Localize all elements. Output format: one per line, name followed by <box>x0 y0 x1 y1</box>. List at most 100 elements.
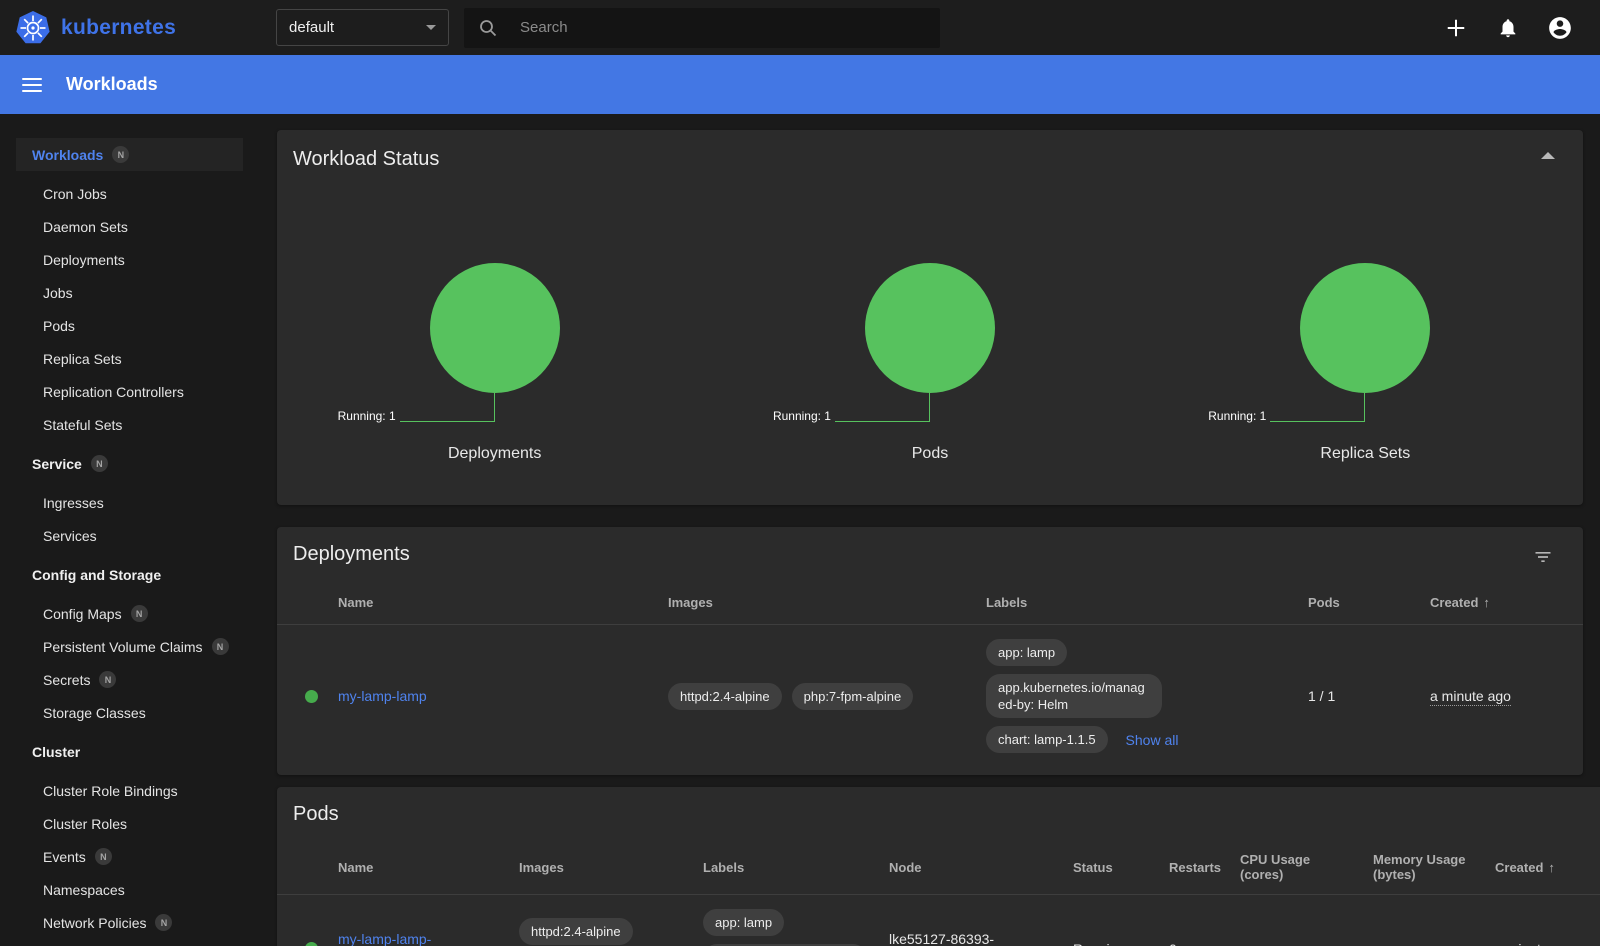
chart-title: Replica Sets <box>1320 445 1410 463</box>
namespace-select[interactable]: default <box>276 9 449 46</box>
sidebar-item-daemon-sets[interactable]: Daemon Sets <box>0 210 260 243</box>
search-icon <box>478 18 498 38</box>
column-header-node[interactable]: Node <box>881 845 1065 889</box>
pods-count: 1 / 1 <box>1300 674 1422 718</box>
sidebar-item-config-maps[interactable]: Config Maps N <box>0 597 260 630</box>
column-header-name[interactable]: Name <box>330 580 660 624</box>
image-chip: httpd:2.4-alpine <box>519 918 633 945</box>
pie-running-segment[interactable] <box>430 263 560 393</box>
workload-status-title: Workload Status <box>277 130 1583 171</box>
sidebar-item-workloads[interactable]: Workloads N <box>16 138 243 171</box>
page-title: Workloads <box>66 74 158 95</box>
callout-label: Running: 1 <box>338 409 396 423</box>
namespace-select-value: default <box>289 19 426 36</box>
deployments-title: Deployments <box>277 527 1583 566</box>
app-bar: Workloads <box>0 55 1600 114</box>
new-badge: N <box>212 638 229 655</box>
sidebar-item-storage-classes[interactable]: Storage Classes <box>0 696 260 729</box>
deployment-name-link[interactable]: my-lamp-lamp <box>338 688 427 704</box>
column-header-labels[interactable]: Labels <box>978 580 1300 624</box>
sidebar-item-deployments[interactable]: Deployments <box>0 243 260 276</box>
replica-sets-pie-chart: Running: 1 Replica Sets <box>1148 263 1583 463</box>
sidebar-item-network-policies[interactable]: Network Policies N <box>0 906 260 939</box>
collapse-card-button[interactable] <box>1541 152 1555 159</box>
sidebar-item-replication-controllers[interactable]: Replication Controllers <box>0 375 260 408</box>
callout-label: Running: 1 <box>773 409 831 423</box>
sidebar-item-cluster-role-bindings[interactable]: Cluster Role Bindings <box>0 774 260 807</box>
column-header-labels[interactable]: Labels <box>695 845 881 889</box>
sidebar-item-cron-jobs[interactable]: Cron Jobs <box>0 177 260 210</box>
sidebar-item-replica-sets[interactable]: Replica Sets <box>0 342 260 375</box>
new-badge: N <box>95 848 112 865</box>
sidebar-item-label: Workloads <box>32 147 103 163</box>
status-ok-icon <box>305 690 318 703</box>
sidebar-item-config-and-storage[interactable]: Config and Storage <box>0 558 260 591</box>
column-header-restarts[interactable]: Restarts <box>1161 845 1232 889</box>
sidebar-item-services[interactable]: Services <box>0 519 260 552</box>
table-row: my-lamp-lamp-5fd985cf68-jwvz4 httpd:2.4-… <box>277 895 1600 946</box>
sort-ascending-icon: ↑ <box>1483 595 1490 610</box>
brand-title: kubernetes <box>61 16 176 40</box>
chevron-up-icon <box>1541 152 1555 159</box>
table-row: my-lamp-lamp httpd:2.4-alpine php:7-fpm-… <box>277 625 1583 767</box>
status-ok-icon <box>305 942 318 946</box>
callout-line <box>835 393 930 422</box>
column-header-pods[interactable]: Pods <box>1300 580 1422 624</box>
workload-status-card: Workload Status Running: 1 Deployments <box>277 130 1583 505</box>
pie-running-segment[interactable] <box>1300 263 1430 393</box>
workload-status-charts: Running: 1 Deployments Running: 1 Pods <box>277 263 1583 463</box>
column-header-created[interactable]: Created ↑ <box>1422 580 1583 624</box>
column-header-images[interactable]: Images <box>660 580 978 624</box>
callout-label: Running: 1 <box>1208 409 1266 423</box>
sidebar-item-jobs[interactable]: Jobs <box>0 276 260 309</box>
pods-pie-chart: Running: 1 Pods <box>712 263 1147 463</box>
sidebar-item-namespaces[interactable]: Namespaces <box>0 873 260 906</box>
show-all-labels-link[interactable]: Show all <box>1126 732 1179 748</box>
deployments-card: Deployments Name Images Labels Pods Crea… <box>277 527 1583 775</box>
notifications-button[interactable] <box>1488 8 1528 48</box>
sidebar-item-stateful-sets[interactable]: Stateful Sets <box>0 408 260 441</box>
sidebar-item-service[interactable]: Service N <box>0 447 260 480</box>
pie-running-segment[interactable] <box>865 263 995 393</box>
column-header-cpu-usage[interactable]: CPU Usage (cores) <box>1232 840 1365 894</box>
column-header-name[interactable]: Name <box>330 845 511 889</box>
sidebar: Workloads N Cron Jobs Daemon Sets Deploy… <box>0 114 260 946</box>
sidebar-item-cluster-roles[interactable]: Cluster Roles <box>0 807 260 840</box>
created-timestamp[interactable]: a minute ago <box>1495 941 1576 946</box>
sidebar-item-secrets[interactable]: Secrets N <box>0 663 260 696</box>
column-header-images[interactable]: Images <box>511 845 695 889</box>
label-chip: app.kubernetes.io/managed-by: Helm <box>986 674 1162 718</box>
bell-icon <box>1497 17 1519 39</box>
sidebar-item-ingresses[interactable]: Ingresses <box>0 486 260 519</box>
sidebar-item-persistent-volume-claims[interactable]: Persistent Volume Claims N <box>0 630 260 663</box>
sidebar-item-pods[interactable]: Pods <box>0 309 260 342</box>
cpu-usage: - <box>1232 927 1365 946</box>
search-input[interactable] <box>520 19 926 36</box>
deployments-table-header: Name Images Labels Pods Created ↑ <box>277 580 1583 625</box>
pods-card: Pods Name Images Labels Node Status Rest… <box>277 787 1600 946</box>
account-button[interactable] <box>1540 8 1580 48</box>
label-chip: app: lamp <box>703 909 784 936</box>
chart-title: Deployments <box>448 445 541 463</box>
label-chip: app: lamp <box>986 639 1067 666</box>
created-timestamp[interactable]: a minute ago <box>1430 688 1511 706</box>
filter-button[interactable] <box>1533 547 1553 570</box>
callout-line <box>400 393 495 422</box>
menu-button[interactable] <box>22 78 42 92</box>
new-badge: N <box>91 455 108 472</box>
create-resource-button[interactable] <box>1436 8 1476 48</box>
pods-title: Pods <box>277 787 1600 826</box>
column-header-created[interactable]: Created ↑ <box>1487 845 1600 889</box>
column-header-status[interactable]: Status <box>1065 845 1161 889</box>
sidebar-item-events[interactable]: Events N <box>0 840 260 873</box>
new-badge: N <box>112 146 129 163</box>
deployments-pie-chart: Running: 1 Deployments <box>277 263 712 463</box>
pod-status: Running <box>1065 927 1161 946</box>
sidebar-item-cluster[interactable]: Cluster <box>0 735 260 768</box>
pod-name-link[interactable]: my-lamp-lamp-5fd985cf68-jwvz4 <box>338 931 447 946</box>
column-header-memory-usage[interactable]: Memory Usage (bytes) <box>1365 840 1487 894</box>
new-badge: N <box>131 605 148 622</box>
memory-usage: - <box>1365 927 1487 946</box>
search-bar[interactable] <box>464 8 940 48</box>
filter-list-icon <box>1533 547 1553 567</box>
